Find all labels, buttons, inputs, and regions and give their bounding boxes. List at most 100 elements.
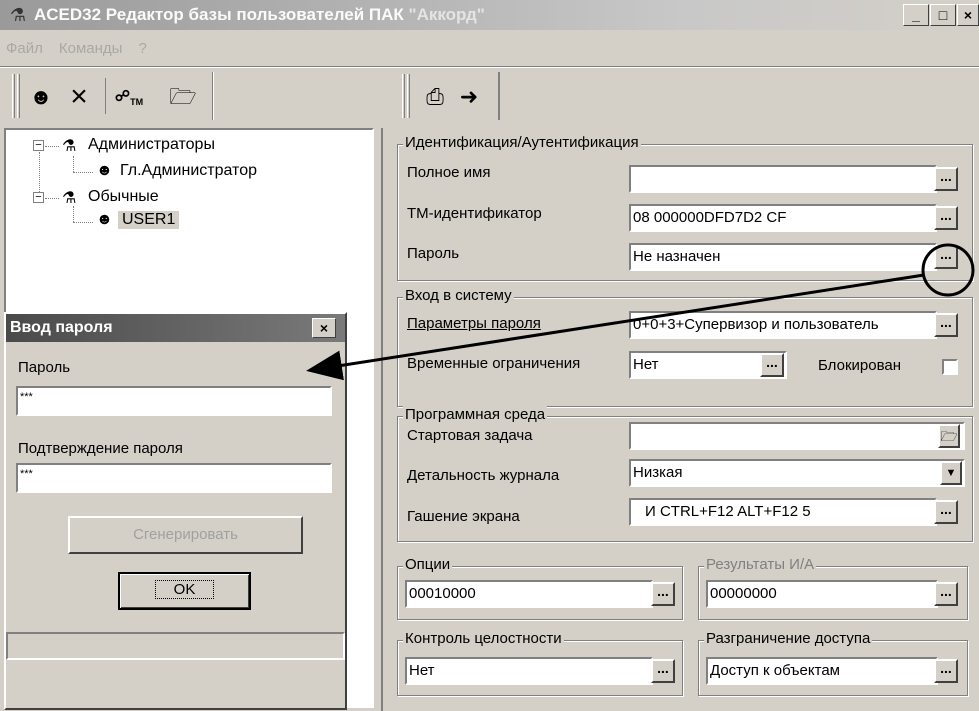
maximize-icon: □: [938, 7, 948, 23]
toolbar-grip[interactable]: [12, 74, 15, 118]
options-ellipsis-button[interactable]: ...: [651, 582, 675, 606]
dialog-status-bar: [6, 632, 345, 660]
menu-help[interactable]: ?: [138, 40, 146, 57]
user-icon: ☻: [96, 162, 113, 179]
tm-key-icon: ☍TM: [114, 88, 144, 107]
start-task-browse-button[interactable]: 🗁: [938, 424, 960, 448]
start-task-label: Стартовая задача: [407, 427, 533, 444]
dialog-confirm-label: Подтверждение пароля: [18, 440, 183, 457]
toolbar-divider-light: [0, 67, 979, 68]
screen-blank-label: Гашение экрана: [407, 508, 520, 525]
integrity-ellipsis-button[interactable]: ...: [651, 659, 675, 683]
minimize-button[interactable]: _: [903, 4, 929, 26]
ok-button[interactable]: OK: [118, 572, 251, 610]
password-input[interactable]: Не назначен: [629, 243, 937, 271]
open-button[interactable]: 🗁: [166, 82, 200, 112]
blocked-checkbox[interactable]: [942, 359, 958, 375]
minimize-icon: _: [912, 7, 920, 23]
close-icon: ×: [963, 7, 973, 23]
dialog-password-input[interactable]: ***: [16, 386, 332, 416]
log-detail-select[interactable]: Низкая: [629, 459, 965, 487]
tm-id-input[interactable]: 08 000000DFD7D2 CF: [629, 204, 937, 232]
open-icon: 🗁: [169, 84, 197, 109]
dialog-close-button[interactable]: ×: [312, 318, 336, 338]
identification-group-title: Идентификация/Аутентификация: [403, 134, 641, 151]
generate-button[interactable]: Сгенерировать: [68, 516, 303, 554]
tm-id-label: ТМ-идентификатор: [407, 205, 542, 222]
user-icon: ☻: [96, 211, 113, 228]
maximize-button[interactable]: □: [930, 4, 956, 26]
ia-results-input[interactable]: 00000000: [706, 580, 938, 608]
login-group-title: Вход в систему: [403, 287, 514, 304]
tree-group-regular[interactable]: Обычные: [88, 188, 159, 206]
dialog-confirm-input[interactable]: ***: [16, 463, 332, 493]
tree-line: [73, 172, 93, 173]
toolbar2-end: [498, 72, 500, 120]
users-app-icon: ⚗: [9, 5, 27, 25]
log-detail-dropdown-button[interactable]: ▼: [940, 461, 962, 485]
toolbar-separator: [105, 78, 106, 114]
delete-button[interactable]: ×: [62, 82, 96, 112]
tree-line: [73, 156, 74, 172]
access-group-title: Разграничение доступа: [704, 630, 873, 647]
log-detail-label: Детальность журнала: [407, 467, 560, 484]
tm-key-button[interactable]: ☍TM: [112, 82, 146, 112]
toolbar-end: [212, 72, 214, 120]
tree-line: [73, 222, 93, 223]
tree-line: [73, 206, 74, 222]
options-input[interactable]: 00010000: [405, 580, 653, 608]
group-icon: ⚗: [62, 138, 77, 155]
window-title: ACED32 Редактор базы пользователей ПАК "…: [34, 5, 485, 24]
access-ellipsis-button[interactable]: ...: [934, 659, 958, 683]
password-ellipsis-button[interactable]: ...: [934, 245, 958, 269]
collapse-admins-toggle[interactable]: −: [33, 140, 44, 151]
time-limits-ellipsis-button[interactable]: ...: [760, 353, 784, 377]
group-icon: ⚗: [62, 190, 77, 207]
add-user-button[interactable]: ☻: [24, 82, 58, 112]
environment-group-title: Программная среда: [403, 406, 548, 423]
toolbar2-grip[interactable]: [402, 74, 405, 118]
integrity-group-title: Контроль целостности: [403, 630, 564, 647]
tree-line: [39, 152, 40, 196]
tree-user-chief-admin[interactable]: Гл.Администратор: [120, 162, 257, 180]
ia-results-ellipsis-button[interactable]: ...: [934, 582, 958, 606]
screen-blank-ellipsis-button[interactable]: ...: [934, 500, 958, 524]
password-dialog-title: Ввод пароля: [6, 314, 345, 342]
menu-commands[interactable]: Команды: [59, 40, 123, 57]
ia-results-group-title: Результаты И/А: [704, 556, 817, 573]
start-task-input[interactable]: [629, 422, 965, 450]
tree-line: [45, 146, 59, 147]
tree-user-user1[interactable]: USER1: [118, 211, 180, 229]
folder-icon: 🗁: [940, 428, 958, 444]
dialog-password-label: Пароль: [18, 359, 71, 376]
collapse-regular-toggle[interactable]: −: [33, 192, 44, 203]
options-group-title: Опции: [403, 556, 453, 573]
print-button[interactable]: ⎙: [418, 82, 452, 112]
toolbar2-grip-2: [407, 74, 410, 118]
full-name-input[interactable]: [629, 165, 937, 193]
tree-group-admins[interactable]: Администраторы: [88, 136, 215, 154]
full-name-ellipsis-button[interactable]: ...: [934, 167, 958, 191]
password-params-label: Параметры пароля: [407, 315, 541, 332]
menu-bar: Файл Команды?: [0, 40, 157, 60]
password-params-ellipsis-button[interactable]: ...: [934, 313, 958, 337]
ok-button-label: OK: [154, 580, 215, 599]
print-icon: ⎙: [426, 84, 444, 109]
chevron-down-icon: ▼: [945, 467, 957, 479]
integrity-input[interactable]: Нет: [405, 657, 653, 685]
screen-blank-input[interactable]: И CTRL+F12 ALT+F12 5: [629, 498, 937, 526]
exit-icon: ➜: [459, 84, 479, 109]
menu-file[interactable]: Файл: [6, 40, 43, 57]
toolbar-grip-2: [17, 74, 20, 118]
close-icon: ×: [319, 320, 329, 336]
close-button[interactable]: ×: [957, 4, 979, 26]
password-label: Пароль: [407, 245, 460, 262]
exit-button[interactable]: ➜: [452, 82, 486, 112]
tm-id-ellipsis-button[interactable]: ...: [934, 206, 958, 230]
add-user-icon: ☻: [29, 84, 53, 109]
time-limits-label: Временные ограничения: [407, 355, 581, 372]
password-params-input[interactable]: 0+0+3+Супервизор и пользователь: [629, 311, 937, 339]
delete-icon: ×: [70, 80, 88, 113]
full-name-label: Полное имя: [407, 164, 491, 181]
access-input[interactable]: Доступ к объектам: [706, 657, 938, 685]
